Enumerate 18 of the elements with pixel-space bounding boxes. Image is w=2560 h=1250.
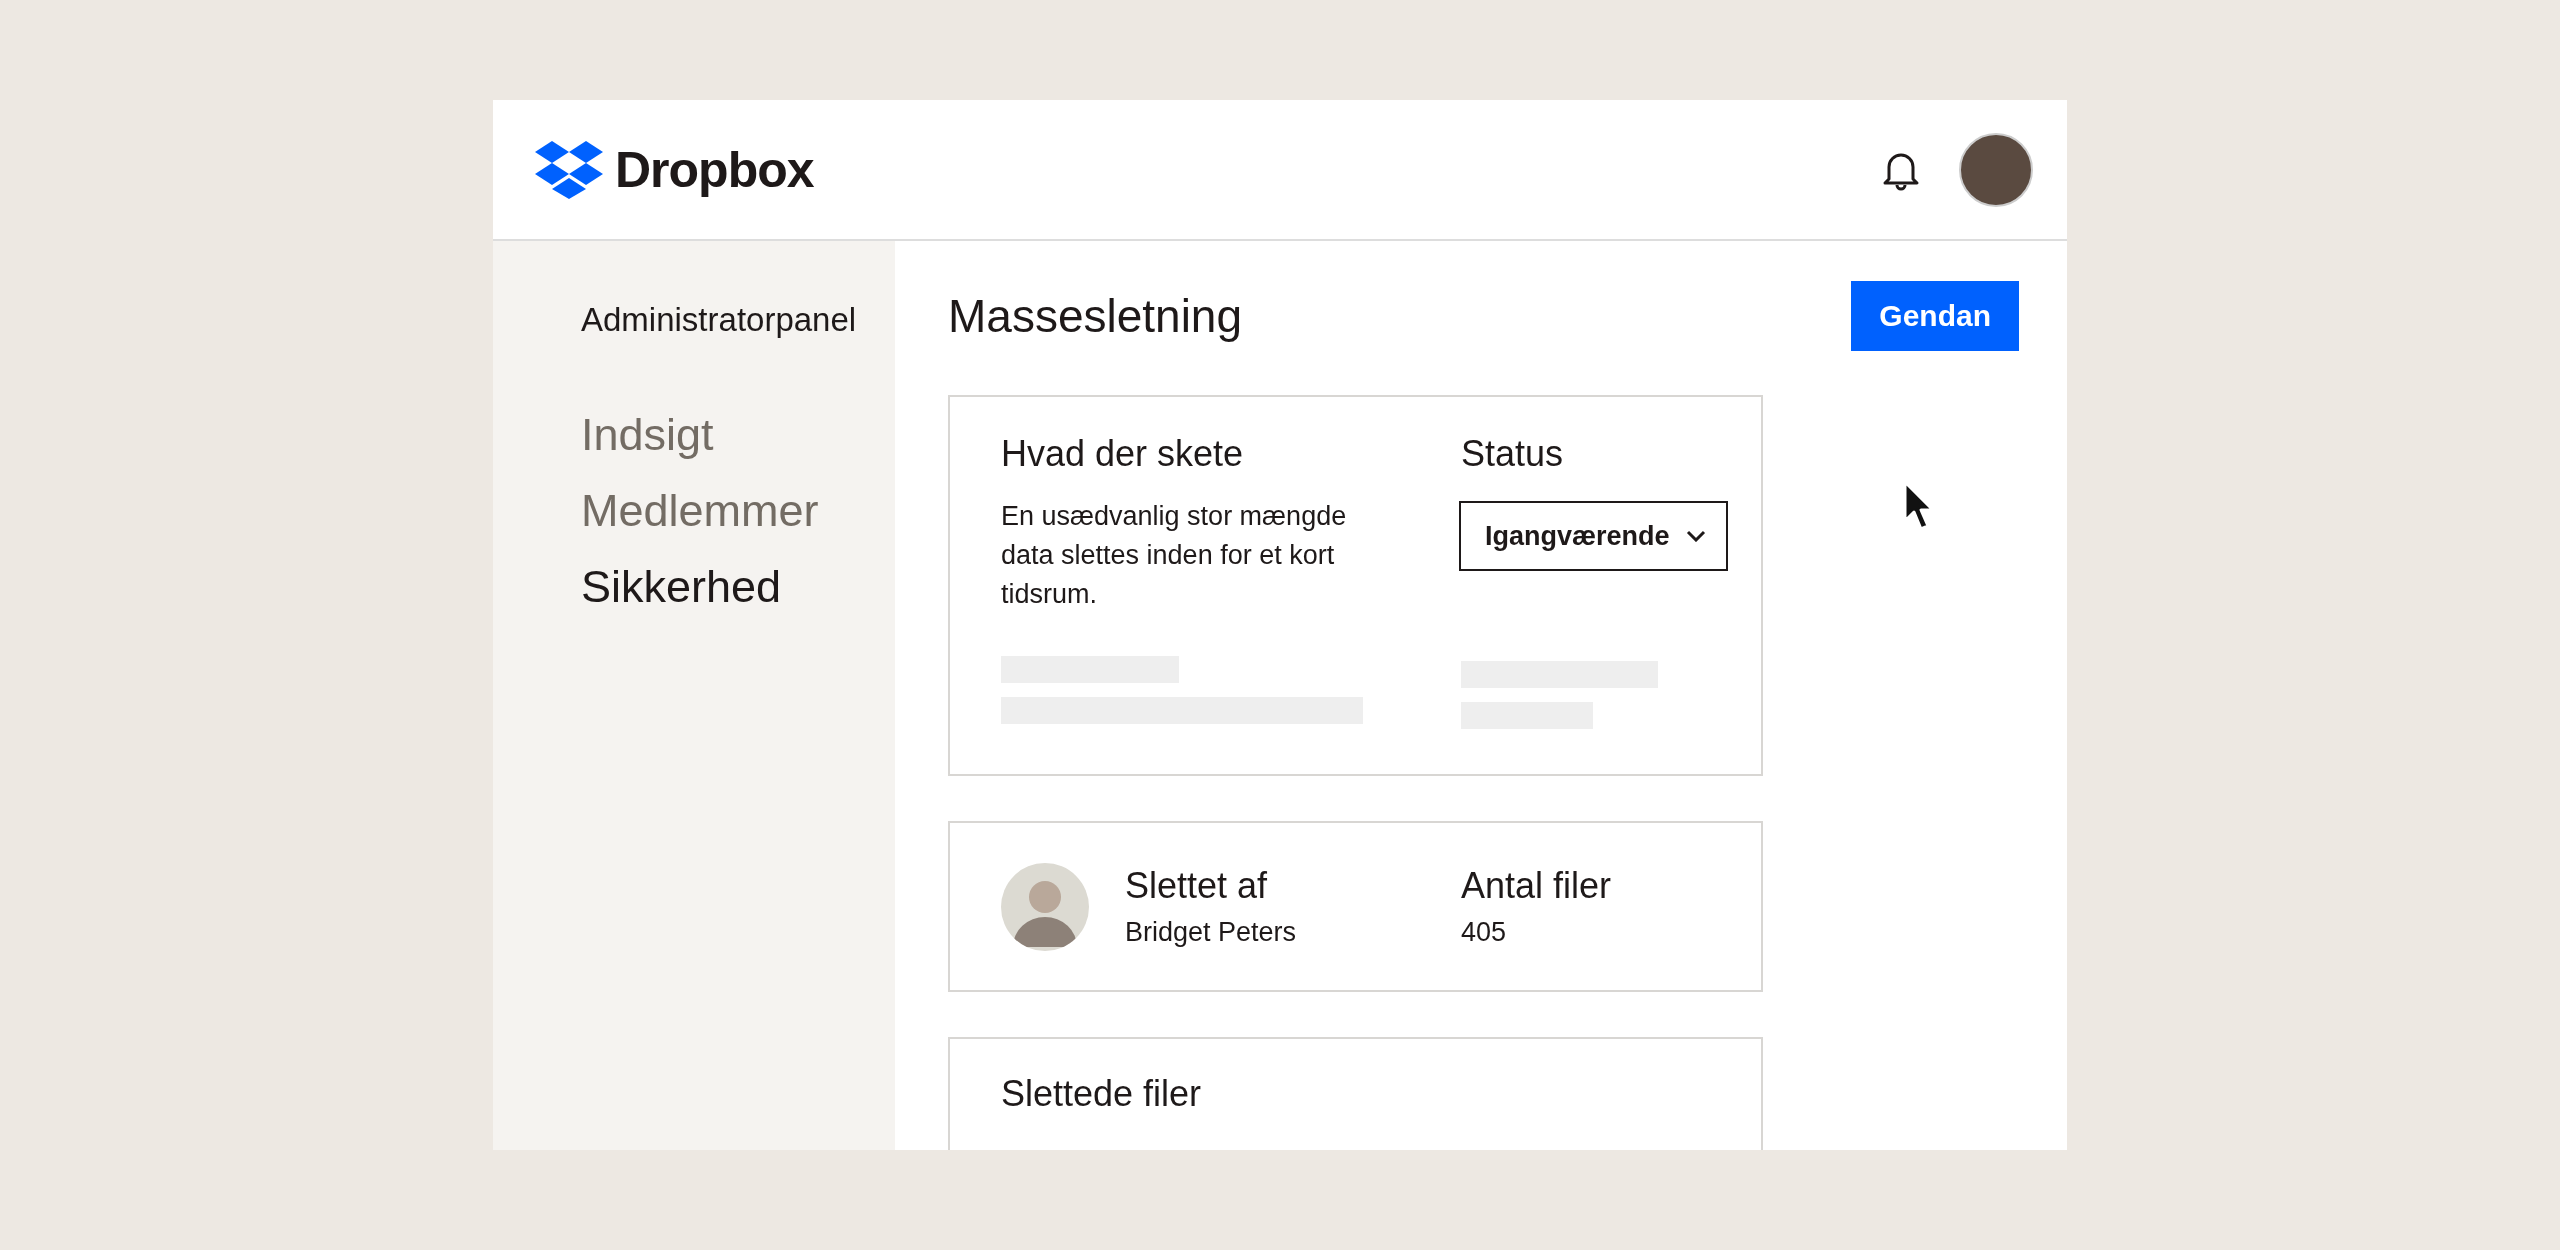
card-heading: Slettet af <box>1125 865 1269 907</box>
restore-button[interactable]: Gendan <box>1851 281 2019 351</box>
page-title: Massesletning <box>948 289 1243 343</box>
chevron-down-icon <box>1685 530 1706 542</box>
status-heading: Status <box>1461 433 1565 475</box>
dropbox-logo-icon <box>535 140 603 199</box>
sidebar-item[interactable]: Indsigt <box>581 409 895 461</box>
card-heading: Antal filer <box>1461 865 1613 907</box>
sidebar-item[interactable]: Sikkerhed <box>581 561 895 613</box>
deleted-by-name: Bridget Peters <box>1125 917 1298 948</box>
card-heading: Slettede filer <box>1001 1073 1203 1115</box>
logo-text: Dropbox <box>615 140 814 199</box>
sidebar-title: Administratorpanel <box>581 301 858 339</box>
event-description: En usædvanlig stor mængde data slettes inden for et kort tidsrum. <box>1001 500 1348 611</box>
file-count: 405 <box>1461 917 1508 948</box>
status-dropdown[interactable]: Igangværende <box>1459 501 1728 571</box>
sidebar-item[interactable]: Medlemmer <box>581 485 895 537</box>
card-heading: Hvad der skete <box>1001 433 1245 475</box>
